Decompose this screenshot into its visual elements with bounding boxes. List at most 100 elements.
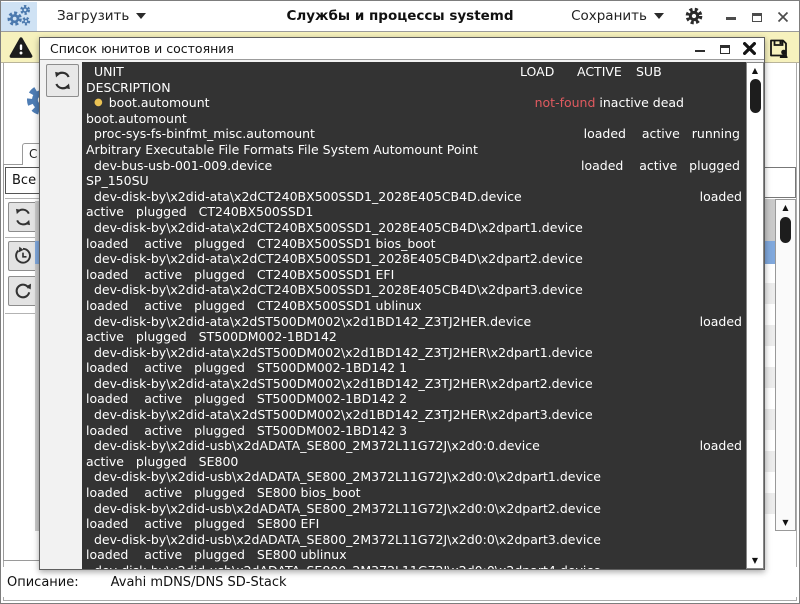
load-menu-caret-icon (136, 13, 146, 19)
console-line-text: active plugged CT240BX500SSD1 (86, 204, 313, 220)
console-line[interactable]: ●boot.automountnot-found inactive dead (82, 95, 746, 111)
console-line-values: loaded active plugged (581, 158, 746, 174)
close-icon (777, 11, 789, 23)
toolbar-separator (5, 198, 41, 199)
scroll-down-arrow-icon[interactable]: ▼ (747, 553, 763, 568)
app-menu-button[interactable] (1, 2, 37, 31)
save-menu-button[interactable]: Сохранить (565, 4, 670, 28)
tab-label: С (29, 147, 37, 161)
reload-button[interactable] (8, 276, 38, 306)
console-line-text: loaded active plugged ST500DM002-1BD142 … (86, 360, 407, 376)
units-table-scrollbar[interactable]: ▲ ▼ (775, 199, 796, 531)
console-line[interactable]: dev-disk-by\x2did-ata\x2dCT240BX500SSD1_… (82, 220, 746, 236)
gear-icon (684, 6, 704, 26)
dialog-titlebar[interactable]: Список юнитов и состояния (40, 38, 764, 60)
scroll-up-arrow-icon[interactable]: ▲ (747, 63, 763, 78)
console-line[interactable]: proc-sys-fs-binfmt_misc.automountloaded … (82, 126, 746, 142)
console-line-text: dev-disk-by\x2did-ata\x2dST500DM002\x2d1… (94, 407, 593, 423)
console-header-row2: DESCRIPTION (82, 80, 746, 96)
dialog-refresh-button[interactable] (46, 64, 79, 97)
maximize-button[interactable] (750, 10, 763, 23)
col-sub: SUB (636, 64, 662, 80)
dialog-minimize-button[interactable] (693, 42, 706, 55)
console-line-text: active plugged SE800 (86, 454, 238, 470)
console-line-text: dev-disk-by\x2did-ata\x2dCT240BX500SSD1_… (94, 251, 583, 267)
settings-button[interactable] (684, 6, 704, 26)
console-line-text: boot.automount (86, 111, 187, 127)
console-line-text: dev-disk-by\x2did-usb\x2dADATA_SE800_2M3… (94, 438, 540, 454)
console-line-text: SP_150SU (86, 173, 149, 189)
dialog-close-button[interactable] (743, 42, 756, 55)
console-line[interactable]: dev-disk-by\x2did-ata\x2dST500DM002\x2d1… (82, 314, 746, 330)
col-unit: UNIT (94, 64, 124, 80)
warning-button[interactable] (4, 34, 38, 61)
console-scrollbar[interactable]: ▲ ▼ (746, 62, 764, 569)
console-line-text: dev-disk-by\x2did-ata\x2dST500DM002\x2d1… (94, 376, 593, 392)
console-line-text: loaded active plugged SE800 ublinux (86, 547, 347, 563)
console-line[interactable]: dev-disk-by\x2did-ata\x2dCT240BX500SSD1_… (82, 282, 746, 298)
console-line[interactable]: dev-bus-usb-001-009.device loaded active … (82, 158, 746, 174)
save-file-icon (766, 36, 791, 60)
statusbar: Описание: Avahi mDNS/DNS SD-Stack (1, 567, 799, 597)
console-line[interactable]: dev-disk-by\x2did-usb\x2dADATA_SE800_2M3… (82, 501, 746, 517)
history-button[interactable] (8, 241, 38, 271)
units-dialog: Список юнитов и состояния (39, 37, 765, 570)
unit-state-dot-icon: ● (94, 95, 103, 111)
console-line[interactable]: loaded active plugged SE800 ublinux (82, 547, 746, 563)
description-value: Avahi mDNS/DNS SD-Stack (111, 575, 287, 590)
minimize-button[interactable] (724, 10, 737, 23)
filter-value: Все (12, 173, 36, 188)
console-line-text: dev-disk-by\x2did-usb\x2dADATA_SE800_2M3… (94, 563, 601, 569)
warning-icon (8, 36, 34, 60)
refresh-button[interactable] (8, 202, 38, 232)
console-line[interactable]: dev-disk-by\x2did-ata\x2dCT240BX500SSD1_… (82, 251, 746, 267)
console-line[interactable]: loaded active plugged SE800 EFI (82, 516, 746, 532)
col-load: LOAD (520, 64, 554, 80)
console-line[interactable]: dev-disk-by\x2did-usb\x2dADATA_SE800_2M3… (82, 438, 746, 454)
scroll-up-arrow-icon[interactable]: ▲ (776, 200, 795, 215)
scroll-down-arrow-icon[interactable]: ▼ (776, 515, 795, 530)
console-line-values: loaded (700, 438, 746, 454)
units-console[interactable]: UNIT LOAD ACTIVE SUB DESCRIPTION ●boot.a… (82, 62, 746, 569)
console-line[interactable]: dev-disk-by\x2did-ata\x2dST500DM002\x2d1… (82, 345, 746, 361)
console-line-values: loaded (700, 314, 746, 330)
refresh-icon (52, 70, 73, 91)
console-header-row: UNIT LOAD ACTIVE SUB (82, 64, 746, 80)
console-line[interactable]: dev-disk-by\x2did-ata\x2dCT240BX500SSD1_… (82, 189, 746, 205)
console-line-text: loaded active plugged SE800 EFI (86, 516, 319, 532)
reload-icon (13, 281, 33, 301)
console-lines: ●boot.automountnot-found inactive deadbo… (82, 95, 746, 569)
console-line[interactable]: Arbitrary Executable File Formats File S… (82, 142, 746, 158)
console-line[interactable]: loaded active plugged ST500DM002-1BD142 … (82, 423, 746, 439)
scrollbar-thumb[interactable] (780, 217, 791, 243)
save-file-button[interactable] (761, 34, 795, 61)
console-line-text: dev-disk-by\x2did-ata\x2dCT240BX500SSD1_… (94, 189, 522, 205)
console-line[interactable]: active plugged SE800 (82, 454, 746, 470)
console-line[interactable]: dev-disk-by\x2did-usb\x2dADATA_SE800_2M3… (82, 532, 746, 548)
console-line[interactable]: loaded active plugged CT240BX500SSD1 EFI (82, 267, 746, 283)
console-line-text: dev-bus-usb-001-009.device (94, 158, 272, 174)
dialog-maximize-button[interactable] (718, 42, 731, 55)
console-line[interactable]: dev-disk-by\x2did-usb\x2dADATA_SE800_2M3… (82, 469, 746, 485)
console-line[interactable]: dev-disk-by\x2did-ata\x2dST500DM002\x2d1… (82, 407, 746, 423)
load-menu-button[interactable]: Загрузить (51, 4, 152, 28)
history-clock-icon (13, 246, 33, 266)
console-line[interactable]: active plugged CT240BX500SSD1 (82, 204, 746, 220)
console-line-text: loaded active plugged ST500DM002-1BD142 … (86, 391, 407, 407)
console-line-text: dev-disk-by\x2did-usb\x2dADATA_SE800_2M3… (94, 532, 601, 548)
close-button[interactable] (776, 10, 789, 23)
console-line[interactable]: boot.automount (82, 111, 746, 127)
console-line[interactable]: loaded active plugged CT240BX500SSD1 ubl… (82, 298, 746, 314)
console-line[interactable]: loaded active plugged SE800 bios_boot (82, 485, 746, 501)
col-description: DESCRIPTION (86, 80, 171, 96)
console-line[interactable]: dev-disk-by\x2did-ata\x2dST500DM002\x2d1… (82, 376, 746, 392)
console-line[interactable]: loaded active plugged ST500DM002-1BD142 … (82, 391, 746, 407)
console-line[interactable]: dev-disk-by\x2did-usb\x2dADATA_SE800_2M3… (82, 563, 746, 569)
console-line-text: loaded active plugged SE800 bios_boot (86, 485, 361, 501)
console-line[interactable]: loaded active plugged ST500DM002-1BD142 … (82, 360, 746, 376)
console-line[interactable]: active plugged ST500DM002-1BD142 (82, 329, 746, 345)
scrollbar-thumb[interactable] (750, 79, 761, 113)
console-line-text: boot.automount (109, 95, 210, 111)
console-line[interactable]: loaded active plugged CT240BX500SSD1 bio… (82, 236, 746, 252)
console-line[interactable]: SP_150SU (82, 173, 746, 189)
